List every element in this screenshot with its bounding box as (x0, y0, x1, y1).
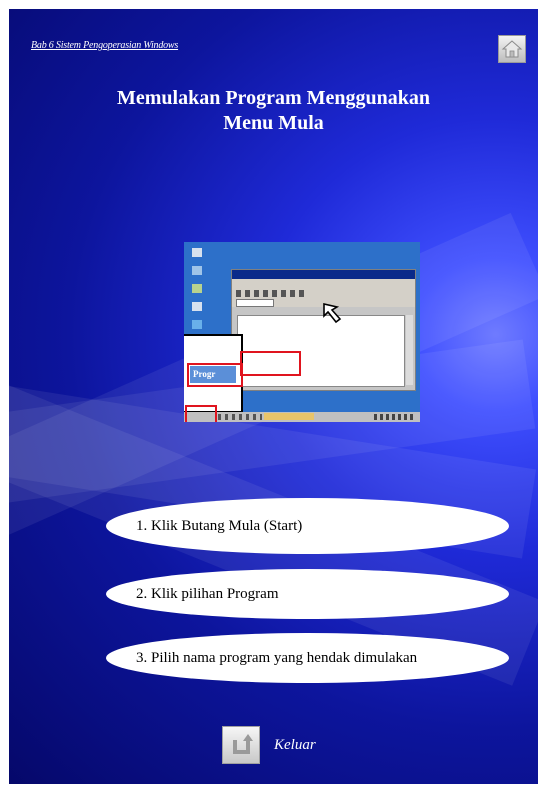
exit-label[interactable]: Keluar (274, 737, 316, 754)
home-icon (501, 40, 523, 58)
arrow-cursor-icon (323, 302, 342, 324)
desktop-icon (192, 320, 202, 329)
taskbar-quicklaunch (218, 414, 262, 420)
scrollbar (406, 315, 413, 385)
step-1-label: 1. Klik Butang Mula (Start) (136, 517, 303, 534)
step-1-bubble: 1. Klik Butang Mula (Start) (106, 498, 509, 554)
step-3-bubble: 3. Pilih nama program yang hendak dimula… (106, 633, 509, 683)
title-line-1: Memulakan Program Menggunakan (117, 87, 430, 109)
chapter-link[interactable]: Bab 6 Sistem Pengoperasian Windows (31, 40, 178, 51)
desktop-icon (192, 284, 202, 293)
start-menu-screenshot: Progr (184, 242, 420, 422)
window-menubar (232, 279, 415, 289)
desktop-icon (192, 302, 202, 311)
taskbar-app (264, 413, 314, 420)
exit-button[interactable] (222, 726, 260, 764)
slide: Bab 6 Sistem Pengoperasian Windows Memul… (9, 9, 538, 784)
step-2-label: 2. Klik pilihan Program (136, 585, 279, 602)
font-dropdown (236, 299, 274, 307)
window-toolbar (232, 289, 415, 298)
home-button[interactable] (498, 35, 526, 63)
highlight-box-submenu (240, 351, 301, 376)
title-line-2: Menu Mula (223, 112, 324, 134)
toolbar-buttons (236, 290, 306, 297)
system-tray (374, 414, 416, 420)
page-title: Memulakan Program Menggunakan Menu Mula (59, 86, 488, 136)
desktop-icon (192, 266, 202, 275)
desktop-icon (192, 248, 202, 257)
return-arrow-icon (233, 734, 253, 754)
step-3-label: 3. Pilih nama program yang hendak dimula… (136, 649, 418, 666)
highlight-box-program (187, 363, 243, 387)
highlight-box-start (185, 405, 217, 422)
window-titlebar (232, 270, 415, 279)
step-2-bubble: 2. Klik pilihan Program (106, 569, 509, 619)
taskbar (184, 412, 420, 422)
